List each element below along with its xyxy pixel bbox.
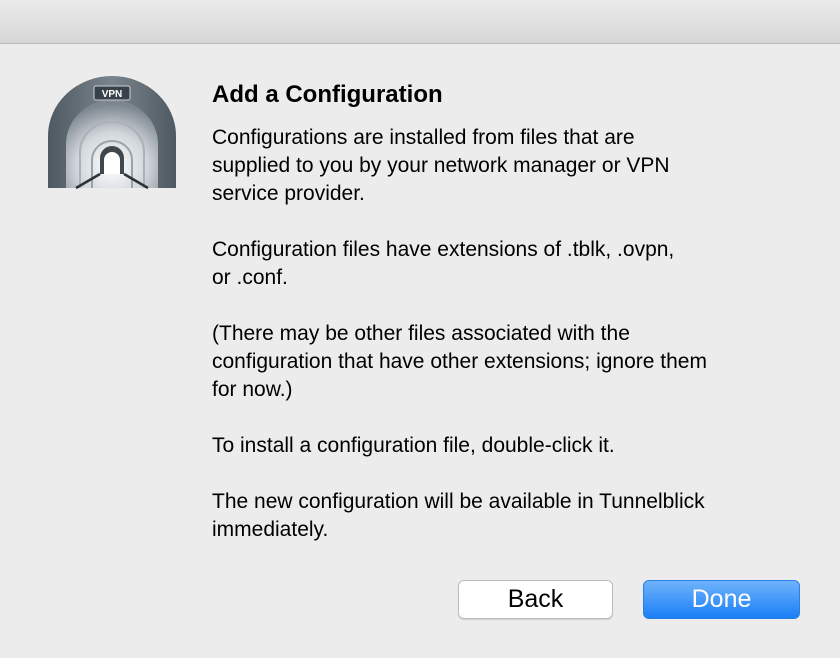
done-button[interactable]: Done [643,580,800,619]
tunnelblick-vpn-tunnel-icon: VPN [46,74,178,190]
paragraph-installed-from-files: Configurations are installed from files … [212,126,670,205]
title-bar[interactable] [0,0,840,44]
dialog-window: VPN Add a Configuration Configurations a… [0,0,840,658]
back-button[interactable]: Back [458,580,613,619]
dialog-content: Add a Configuration Configurations are i… [212,80,802,572]
paragraph-file-extensions: Configuration files have extensions of .… [212,238,675,289]
paragraph-availability: The new configuration will be available … [212,490,705,541]
vpn-badge-text: VPN [102,89,123,100]
paragraph-other-files-note: (There may be other files associated wit… [212,322,707,401]
paragraph-install-instruction: To install a configuration file, double-… [212,434,615,457]
dialog-heading: Add a Configuration [212,81,443,108]
